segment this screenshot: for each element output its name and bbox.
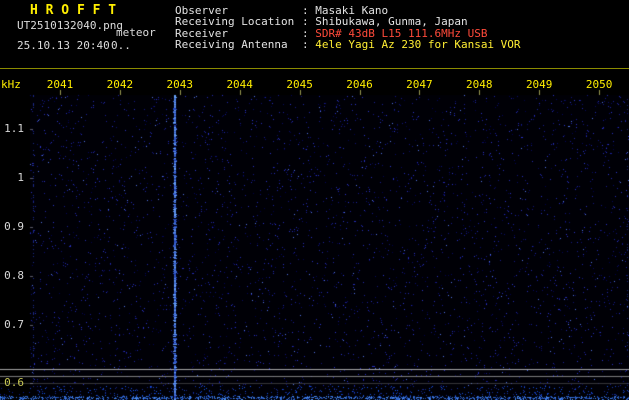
freq-tick-label: 1 bbox=[17, 171, 24, 184]
time-tick-label: 2045 bbox=[286, 78, 313, 91]
freq-axis-unit-label: kHz bbox=[1, 78, 21, 91]
time-tick-label: 2041 bbox=[46, 78, 74, 91]
time-tick-label: 2046 bbox=[346, 78, 373, 91]
freq-tick-label: 0.9 bbox=[4, 220, 24, 233]
spectrogram-canvas bbox=[0, 0, 629, 400]
time-tick-label: 2049 bbox=[525, 78, 553, 91]
header-separator-line bbox=[0, 68, 629, 69]
output-filename: UT2510132040.png bbox=[17, 19, 123, 32]
status-counter: 0.. bbox=[111, 39, 131, 52]
time-tick-label: 2047 bbox=[406, 78, 433, 91]
freq-tick-label: 0.6 bbox=[4, 376, 24, 389]
info-label: Receiving Location bbox=[175, 15, 295, 29]
station-info-panel: Observer: Masaki Kano Receiving Location:… bbox=[175, 5, 521, 50]
freq-tick-label: 0.7 bbox=[4, 318, 24, 331]
freq-tick-label: 0.8 bbox=[4, 269, 24, 282]
hrofft-window: H R O F F T UT2510132040.png meteor 25.1… bbox=[0, 0, 629, 400]
app-title: H R O F F T bbox=[30, 3, 117, 18]
time-tick-label: 2050 bbox=[585, 78, 613, 91]
time-tick-label: 2043 bbox=[166, 78, 194, 91]
info-colon: : bbox=[302, 37, 316, 51]
info-label: Receiving Antenna bbox=[175, 37, 288, 51]
info-value: 4ele Yagi Az 230 for Kansai VOR bbox=[315, 37, 521, 51]
time-tick-label: 2048 bbox=[466, 78, 493, 91]
observation-note: meteor bbox=[116, 26, 156, 39]
station-info-row: Receiving Antenna: 4ele Yagi Az 230 for … bbox=[175, 37, 521, 51]
datetime-label: 25.10.13 20:40 bbox=[17, 39, 110, 52]
freq-tick-label: 1.1 bbox=[4, 122, 24, 135]
time-tick-label: 2042 bbox=[106, 78, 134, 91]
time-tick-label: 2044 bbox=[226, 78, 253, 91]
